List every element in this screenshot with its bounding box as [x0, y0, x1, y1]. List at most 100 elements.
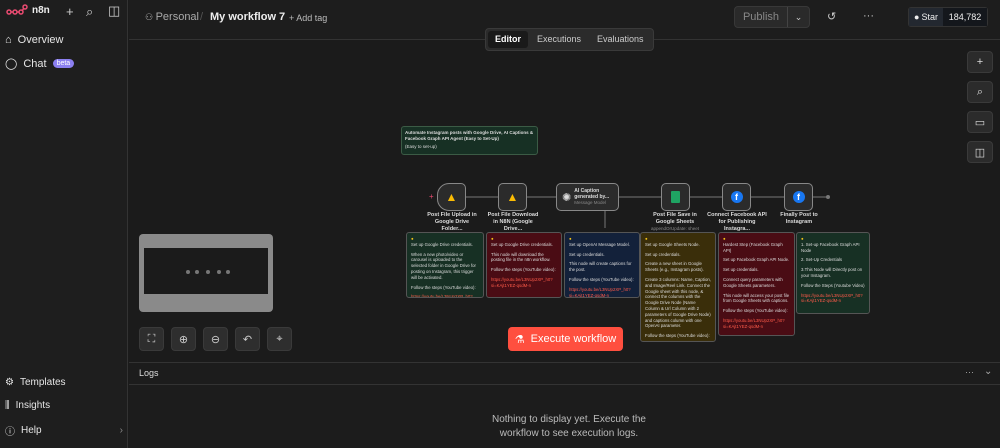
tab-editor[interactable]: Editor [488, 31, 528, 48]
note-line: Create a new sheet in Google Sheets (e.g… [645, 261, 704, 273]
undo-button[interactable]: ↶ [235, 327, 260, 351]
zoom-in-icon: ⊕ [178, 333, 189, 346]
note-link[interactable]: https://youtu.be/L3NUp2XP_h0?si=KAjt1YEZ… [801, 293, 865, 305]
sticky-note[interactable]: ● Hardest Step (Facebook Graph API) Set up… [718, 232, 795, 336]
sidebar-item-help[interactable]: ⓘ Help › [5, 423, 123, 438]
history-icon[interactable]: ↺ [827, 10, 836, 23]
node-facebook-connect[interactable]: f [722, 183, 751, 211]
project-name: Personal [155, 11, 199, 23]
note-line: Set up OpenAI Message Model. [569, 241, 630, 247]
search-nodes-button[interactable]: ⌕ [967, 81, 993, 103]
trigger-marker: + [429, 192, 434, 201]
note-link[interactable]: https://youtu.be/L3NUp2XP_h0?si=KAjt1YEZ… [491, 277, 557, 289]
note-line: Follow the steps (YouTube video): [723, 308, 788, 314]
note-link[interactable]: https://youtu.be/L3NUp2XP_h0?si=KAjt1YEZ… [411, 294, 479, 297]
sidebar-item-templates[interactable]: ⚙ Templates [5, 377, 66, 388]
add-next-node-handle[interactable] [826, 195, 830, 199]
note-line: 1. Set-up Facebook Graph API Node [801, 241, 860, 253]
title-sticky-note[interactable]: Automate Instagram posts with Google Dri… [401, 126, 538, 155]
label: Post File Upload in Google Drive Folder.… [427, 212, 477, 232]
logs-title: Logs [139, 368, 159, 378]
sticky-note[interactable]: ● Set up OpenAI Message Model. Set up cred… [564, 232, 640, 298]
logs-empty-message: Nothing to display yet. Execute the work… [492, 414, 646, 439]
node-google-drive-trigger[interactable]: ▲ [437, 183, 466, 211]
note-line: Set up Google Sheets Node. [645, 241, 700, 247]
workflow-title[interactable]: My workflow 7 [210, 11, 285, 23]
beta-badge: beta [52, 59, 75, 68]
node-label: Connect Facebook API for Publishing Inst… [706, 212, 768, 233]
zoom-in-button[interactable]: ⊕ [171, 327, 196, 351]
minimap[interactable] [139, 234, 273, 312]
templates-icon: ⚙ [5, 377, 14, 388]
star-label: Star [921, 12, 938, 22]
github-star: ● Star [909, 8, 943, 26]
note-link[interactable]: https://youtu.be/L3NUp2XP_h0?si=KAjt1YEZ… [569, 287, 635, 297]
minimap-viewport[interactable] [144, 248, 268, 294]
sidebar-item-chat[interactable]: ◯ Chat beta [5, 57, 75, 70]
fit-view-button[interactable]: ⛶ [139, 327, 164, 351]
publish-button[interactable]: Publish [735, 11, 787, 23]
sidebar-item-insights[interactable]: ⫼ Insights [5, 400, 50, 411]
label: Post File Download in N8N (Google Drive.… [487, 212, 539, 232]
note-line: This node will create captions for the p… [569, 261, 632, 273]
node-google-sheets[interactable] [661, 183, 690, 211]
project-breadcrumb[interactable]: ⚇ Personal [145, 11, 199, 23]
toggle-panel-button[interactable]: ◫ [967, 141, 993, 163]
note-line: When a new photo/video or carousel is up… [411, 251, 476, 280]
publish-dropdown-chevron-icon[interactable]: ⌄ [787, 7, 809, 27]
sticky-note[interactable]: ● 1. Set-up Facebook Graph API Node 2. Set… [796, 232, 870, 314]
search-icon: ⌕ [976, 85, 984, 98]
node-label: AI Caption generated by... Message Model [574, 188, 618, 205]
tidy-up-button[interactable]: ⌖ [267, 327, 292, 351]
add-icon[interactable]: + [66, 4, 74, 19]
broom-icon: ⌖ [276, 332, 283, 345]
note-line: This node will download the posting file… [491, 251, 551, 263]
github-star-button[interactable]: ● Star 184,782 [908, 7, 988, 27]
github-icon: ● [914, 12, 920, 22]
sticky-note[interactable]: ● Set up Google Drive credentials. This no… [486, 232, 562, 298]
search-icon[interactable]: ⌕ [86, 4, 93, 20]
note-line: Follow the steps (YouTube video): [411, 284, 476, 290]
plus-icon: + [976, 56, 984, 68]
note-line: 3.This Node will Directly post on your I… [801, 267, 863, 278]
tab-executions[interactable]: Executions [530, 31, 588, 48]
sticky-note[interactable]: ● Set up Google Drive credentials. When a … [406, 232, 484, 298]
sidebar: n8n + ⌕ ◫ ⌂ Overview ◯ Chat beta ⚙ Templates… [0, 0, 128, 448]
google-drive-icon: ▲ [445, 190, 458, 204]
logs-more-icon[interactable]: ··· [965, 367, 974, 377]
fit-view-icon: ⛶ [147, 332, 156, 345]
more-options-icon[interactable]: ··· [863, 10, 874, 22]
note-line: Follow the steps (YouTube video): [645, 333, 710, 339]
zoom-out-button[interactable]: ⊖ [203, 327, 228, 351]
sidebar-toggle-icon[interactable]: ◫ [108, 3, 120, 19]
logs-header[interactable]: Logs ··· ⌄ [129, 363, 1000, 385]
sticky-note[interactable]: ● Set up Google Sheets Node. Set up creden… [640, 232, 716, 342]
execute-label: Execute workflow [530, 333, 617, 345]
collapse-chevron-icon[interactable]: ⌄ [984, 366, 992, 377]
label: Chat [23, 57, 47, 70]
n8n-logo-icon [6, 4, 28, 15]
label: Finally Post to Instagram [780, 212, 818, 225]
add-sticky-button[interactable]: ▭ [967, 111, 993, 133]
label: Connect Facebook API for Publishing Inst… [707, 212, 767, 232]
execute-workflow-button[interactable]: ⚗ Execute workflow [508, 327, 623, 351]
node-ai-caption[interactable]: ✺ AI Caption generated by... Message Model [556, 183, 619, 211]
node-label: Finally Post to Instagram [768, 212, 830, 226]
node-facebook-post[interactable]: f [784, 183, 813, 211]
app-name: n8n [32, 4, 50, 16]
note-line: Follow the steps (YouTube video): [569, 276, 634, 282]
note-link[interactable]: https://youtu.be/L3NUp2XP_h0?si=KAjt1YEZ… [723, 318, 790, 330]
node-google-drive-download[interactable]: ▲ [498, 183, 527, 211]
note-line: 2. Set-Up Credentials [801, 257, 843, 263]
tab-evaluations[interactable]: Evaluations [590, 31, 651, 48]
google-sheets-icon [671, 191, 680, 203]
sub: Message Model [574, 200, 606, 206]
add-node-button[interactable]: + [967, 51, 993, 73]
note-line: Set up credentials. [645, 251, 681, 257]
sidebar-item-overview[interactable]: ⌂ Overview [5, 34, 64, 46]
undo-icon: ↶ [242, 333, 253, 346]
n8n-logo[interactable]: n8n [6, 4, 50, 16]
label: Insights [15, 400, 51, 411]
add-tag-button[interactable]: + Add tag [289, 13, 327, 23]
note-line: Follow the steps (YouTube video): [491, 267, 556, 273]
